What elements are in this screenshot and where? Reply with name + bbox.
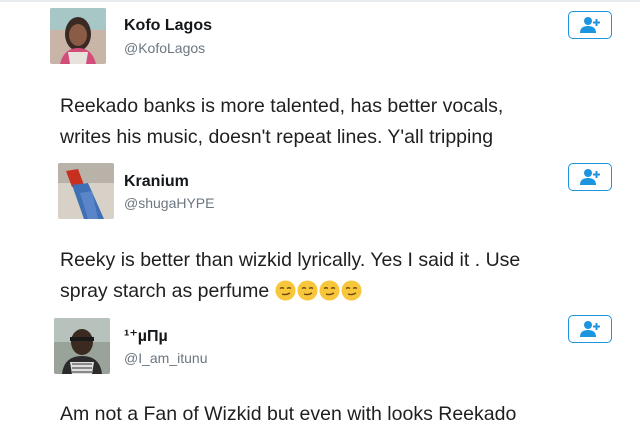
display-name[interactable]: Kofo Lagos (124, 17, 212, 35)
tweet-text-segment: spray starch as perfume (60, 280, 270, 302)
tweet-text: Reeky is better than wizkid lyrically. Y… (60, 245, 640, 307)
follow-button[interactable] (568, 11, 612, 39)
add-user-icon (580, 321, 600, 337)
smirking-face-icon (319, 280, 340, 301)
add-user-icon (580, 169, 600, 185)
display-name[interactable]: ¹⁺µΠµ (124, 326, 168, 346)
avatar-photo-icon (54, 318, 110, 374)
tweet-text-line-with-emoji: spray starch as perfume (60, 276, 640, 307)
tweet-text-line: Am not a Fan of Wizkid but even with loo… (60, 403, 517, 425)
smirking-face-icon (275, 280, 296, 301)
user-handle[interactable]: @I_am_itunu (124, 350, 207, 366)
avatar-photo-icon (50, 8, 106, 64)
avatar[interactable] (54, 318, 110, 374)
divider (0, 0, 640, 2)
smirking-face-icon (297, 280, 318, 301)
tweet-text: Am not a Fan of Wizkid but even with loo… (60, 399, 640, 425)
smirking-face-icon (341, 280, 362, 301)
follow-button[interactable] (568, 163, 612, 191)
display-name[interactable]: Kranium (124, 173, 189, 191)
tweet-screenshot: Kofo Lagos @KofoLagos Reekado banks is m… (0, 0, 640, 425)
add-user-icon (580, 17, 600, 33)
tweet-text-line: writes his music, doesn't repeat lines. … (60, 126, 494, 148)
avatar[interactable] (50, 8, 106, 64)
follow-button[interactable] (568, 315, 612, 343)
tweet-text: Reekado banks is more talented, has bett… (60, 91, 640, 153)
tweet-text-line: Reeky is better than wizkid lyrically. Y… (60, 249, 521, 271)
user-handle[interactable]: @KofoLagos (124, 40, 205, 56)
tweet-text-line: Reekado banks is more talented, has bett… (60, 95, 504, 117)
user-handle[interactable]: @shugaHYPE (124, 195, 214, 211)
avatar[interactable] (58, 163, 114, 219)
avatar-photo-icon (58, 163, 114, 219)
